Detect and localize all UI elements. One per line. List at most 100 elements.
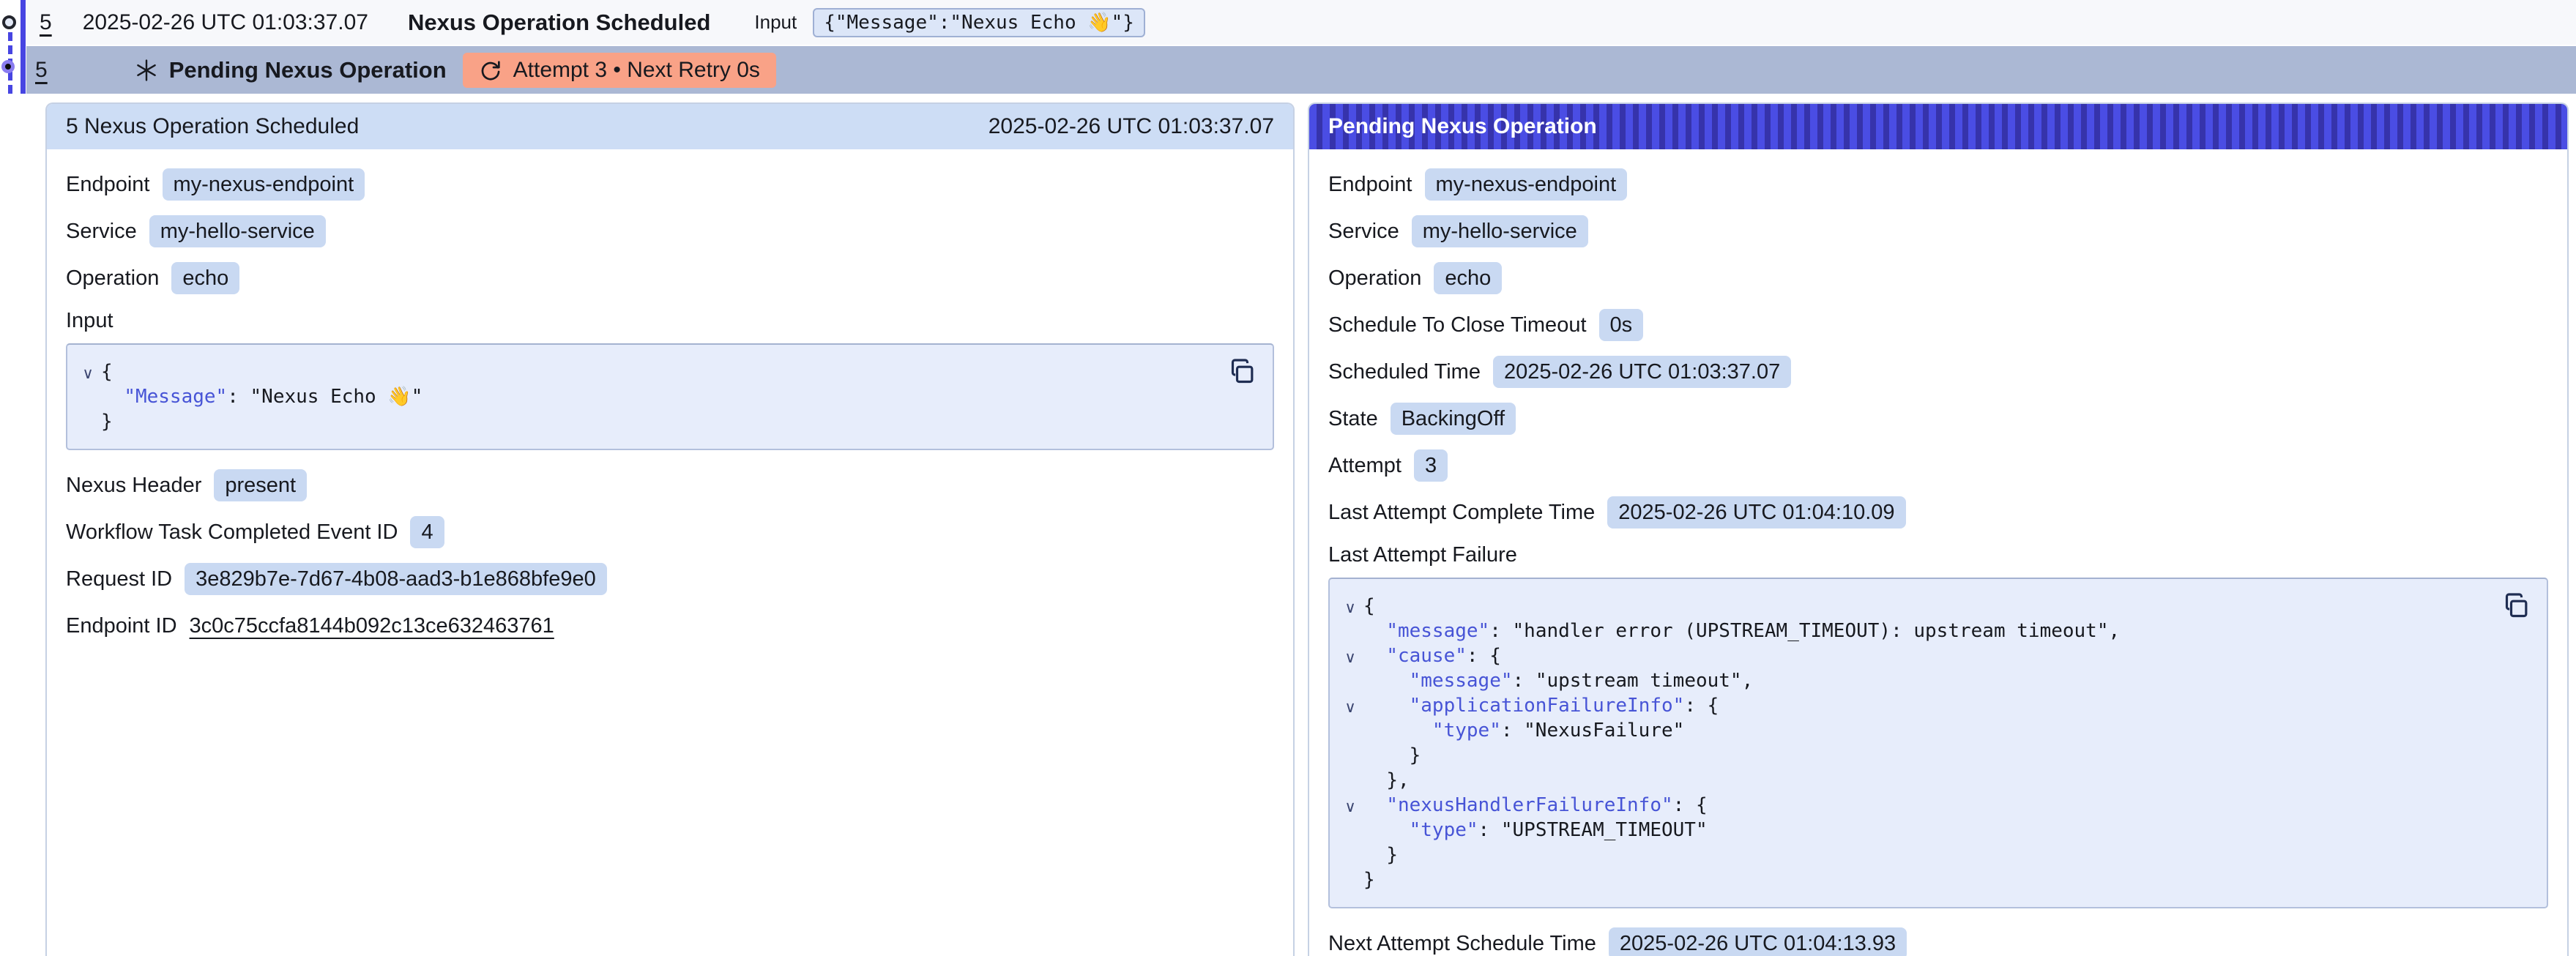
field-value-badge: my-nexus-endpoint xyxy=(1425,168,1628,201)
json-indent xyxy=(1363,818,1410,843)
chevron-down-icon[interactable]: ∨ xyxy=(1337,795,1363,820)
chevron-down-icon[interactable] xyxy=(1337,671,1363,695)
json-text: : { xyxy=(1684,693,1719,718)
chevron-down-icon[interactable] xyxy=(75,411,101,436)
field-value-badge: my-nexus-endpoint xyxy=(163,168,365,201)
json-indent xyxy=(1363,793,1386,818)
retry-icon xyxy=(479,59,502,82)
json-line: ∨ "cause" : { xyxy=(1337,643,2488,668)
json-line: "Message" : "Nexus Echo 👋" xyxy=(75,384,1214,409)
workflow-event-history-view: 5 2025-02-26 UTC 01:03:37.07 Nexus Opera… xyxy=(0,0,2576,956)
chevron-down-icon[interactable] xyxy=(1337,870,1363,895)
endpoint-id-link[interactable]: 3c0c75ccfa8144b092c13ce632463761 xyxy=(190,614,554,638)
event-detail-title: 5 Nexus Operation Scheduled xyxy=(66,114,359,139)
json-indent xyxy=(1363,668,1410,693)
json-key: "applicationFailureInfo" xyxy=(1410,693,1685,718)
pending-event-title: Pending Nexus Operation xyxy=(169,57,447,83)
copy-button[interactable] xyxy=(1229,356,1258,386)
json-text: : "Nexus Echo 👋" xyxy=(227,384,422,409)
field-label: Service xyxy=(66,220,137,244)
field-label: Service xyxy=(1328,220,1399,244)
json-indent xyxy=(1363,768,1386,793)
input-payload-chip[interactable]: {"Message":"Nexus Echo 👋"} xyxy=(813,8,1145,37)
json-indent xyxy=(101,384,124,409)
field-value-badge: echo xyxy=(171,262,239,294)
field-value-badge: my-hello-service xyxy=(1412,215,1588,247)
event-row-pending[interactable]: 5 Pending Nexus Operation Attempt 3 • Ne… xyxy=(26,46,2576,94)
chevron-down-icon[interactable] xyxy=(75,386,101,411)
json-text: : { xyxy=(1467,643,1501,668)
event-title: Nexus Operation Scheduled xyxy=(408,10,710,36)
field-label: Endpoint xyxy=(1328,173,1412,197)
pending-field-list: Endpoint my-nexus-endpoint Service my-he… xyxy=(1328,168,2548,529)
json-text: : "UPSTREAM_TIMEOUT" xyxy=(1478,818,1708,843)
json-indent xyxy=(1363,693,1410,718)
event-id-link[interactable]: 5 xyxy=(40,10,52,35)
json-key: "message" xyxy=(1410,668,1513,693)
detail-field-row: Service my-hello-service xyxy=(66,215,1274,247)
json-text: } xyxy=(101,409,113,434)
event-marker-current-icon xyxy=(1,60,15,73)
chevron-down-icon[interactable] xyxy=(1337,770,1363,795)
retry-badge-text: Attempt 3 • Next Retry 0s xyxy=(513,58,760,83)
json-key: "nexusHandlerFailureInfo" xyxy=(1386,793,1672,818)
json-indent xyxy=(1363,743,1410,768)
event-detail-timestamp: 2025-02-26 UTC 01:03:37.07 xyxy=(989,114,1274,139)
field-value-badge: 4 xyxy=(410,516,444,548)
input-section-label: Input xyxy=(66,309,1274,333)
field-value-badge: 3 xyxy=(1414,449,1448,482)
detail-field-row: Operation echo xyxy=(1328,262,2548,294)
field-label: Request ID xyxy=(66,567,172,591)
json-line: } xyxy=(75,409,1214,434)
copy-button[interactable] xyxy=(2503,591,2532,620)
json-line: "type" : "UPSTREAM_TIMEOUT" xyxy=(1337,818,2488,843)
event-detail-body: Endpoint my-nexus-endpoint Service my-he… xyxy=(47,149,1293,642)
detail-field-row: Endpoint my-nexus-endpoint xyxy=(1328,168,2548,201)
json-text: } xyxy=(1386,843,1398,867)
chevron-down-icon[interactable]: ∨ xyxy=(1337,596,1363,621)
detail-field-row: Workflow Task Completed Event ID 4 xyxy=(66,516,1274,548)
chevron-down-icon[interactable] xyxy=(1337,621,1363,646)
json-indent xyxy=(1363,843,1386,867)
json-line: "message" : "handler error (UPSTREAM_TIM… xyxy=(1337,619,2488,643)
chevron-down-icon[interactable] xyxy=(1337,820,1363,845)
field-value-badge: echo xyxy=(1434,262,1502,294)
detail-field-row: Attempt 3 xyxy=(1328,449,2548,482)
json-indent xyxy=(1363,619,1386,643)
event-detail-panel: 5 Nexus Operation Scheduled 2025-02-26 U… xyxy=(45,102,1295,956)
event-id-link[interactable]: 5 xyxy=(35,58,48,83)
field-label: State xyxy=(1328,407,1378,431)
failure-json-viewer: ∨ { "message" : "handler error (UPSTREAM… xyxy=(1328,578,2548,908)
timeline-active-bar xyxy=(21,0,26,94)
pending-operation-header: Pending Nexus Operation xyxy=(1309,104,2567,149)
event-detail-header: 5 Nexus Operation Scheduled 2025-02-26 U… xyxy=(47,104,1293,149)
json-key: "cause" xyxy=(1386,643,1467,668)
json-line: } xyxy=(1337,867,2488,892)
json-text: : "handler error (UPSTREAM_TIMEOUT): ups… xyxy=(1489,619,2120,643)
field-value-badge: present xyxy=(214,469,307,501)
chevron-down-icon[interactable] xyxy=(1337,845,1363,870)
event-marker-open-icon xyxy=(2,15,16,29)
field-value-badge: 0s xyxy=(1599,309,1644,341)
input-json-viewer: ∨ { "Message" : "Nexus Echo 👋" xyxy=(66,343,1274,450)
detail-field-row: Scheduled Time 2025-02-26 UTC 01:03:37.0… xyxy=(1328,356,2548,388)
json-key: "Message" xyxy=(124,384,227,409)
json-line: "type" : "NexusFailure" xyxy=(1337,718,2488,743)
detail-field-list-2: Nexus Header present Workflow Task Compl… xyxy=(66,469,1274,595)
chevron-down-icon[interactable]: ∨ xyxy=(1337,646,1363,671)
event-row-scheduled[interactable]: 5 2025-02-26 UTC 01:03:37.07 Nexus Opera… xyxy=(26,0,2576,46)
pending-operation-title: Pending Nexus Operation xyxy=(1328,114,1597,139)
chevron-down-icon[interactable] xyxy=(1337,745,1363,770)
field-label: Endpoint xyxy=(66,173,150,197)
json-line: }, xyxy=(1337,768,2488,793)
detail-field-row: Service my-hello-service xyxy=(1328,215,2548,247)
field-label: Last Attempt Complete Time xyxy=(1328,501,1595,525)
field-value-badge: 2025-02-26 UTC 01:04:10.09 xyxy=(1607,496,1905,529)
chevron-down-icon[interactable]: ∨ xyxy=(75,362,101,386)
retry-status-badge[interactable]: Attempt 3 • Next Retry 0s xyxy=(463,53,776,88)
asterisk-spinner-icon xyxy=(134,58,159,83)
field-value-badge: BackingOff xyxy=(1391,403,1516,435)
detail-field-row: Operation echo xyxy=(66,262,1274,294)
chevron-down-icon[interactable]: ∨ xyxy=(1337,695,1363,720)
chevron-down-icon[interactable] xyxy=(1337,720,1363,745)
